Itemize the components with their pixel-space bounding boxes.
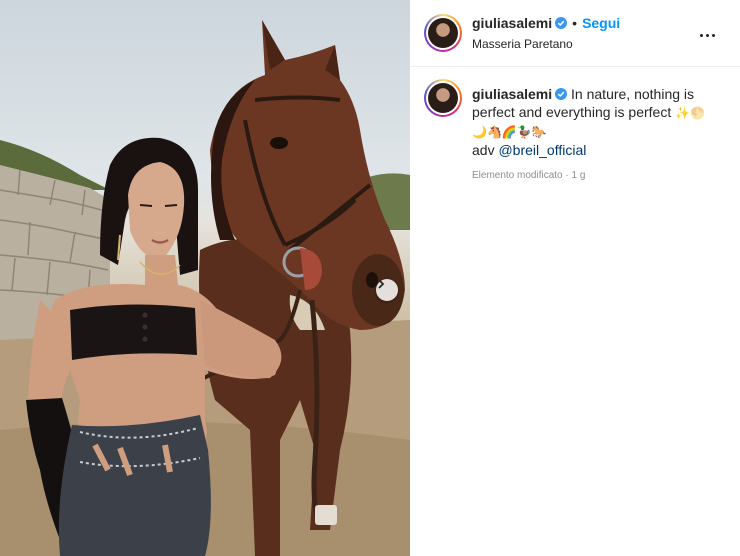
post-caption: giuliasalemi In nature, nothing is perfe… — [472, 85, 730, 159]
username-link[interactable]: giuliasalemi — [472, 15, 552, 31]
header-user-line: giuliasalemi • Segui — [472, 15, 620, 31]
caption-emoji-2: 🌙🐴🌈🦆🐎 — [472, 125, 547, 139]
caption-username-link[interactable]: giuliasalemi — [472, 86, 552, 102]
edited-label: Elemento modificato — [472, 170, 563, 181]
avatar[interactable] — [424, 14, 462, 52]
caption-avatar[interactable] — [424, 79, 462, 117]
next-image-button[interactable] — [376, 279, 398, 301]
verified-badge-icon — [555, 88, 568, 100]
chevron-right-icon — [378, 279, 385, 289]
post-side-panel: giuliasalemi • Segui Masseria Paretano giu… — [410, 0, 740, 556]
dot-separator: • — [572, 15, 578, 31]
post-meta: Elemento modificato · 1 g — [472, 170, 585, 181]
post-header: giuliasalemi • Segui Masseria Paretano — [410, 0, 740, 67]
post-photo[interactable] — [0, 0, 410, 556]
photo-illustration — [0, 20, 410, 556]
location-link[interactable]: Masseria Paretano — [472, 37, 573, 51]
post-age[interactable]: 1 g — [572, 170, 586, 181]
more-options-button[interactable] — [698, 24, 718, 42]
mention-link[interactable]: @breil_official — [498, 142, 586, 158]
meta-separator: · — [562, 170, 572, 181]
more-options-icon — [699, 34, 703, 37]
adv-label: adv — [472, 142, 495, 158]
caption-emoji-1: ✨🌕 — [675, 106, 706, 120]
verified-badge-icon — [555, 17, 568, 29]
follow-button[interactable]: Segui — [582, 15, 620, 31]
